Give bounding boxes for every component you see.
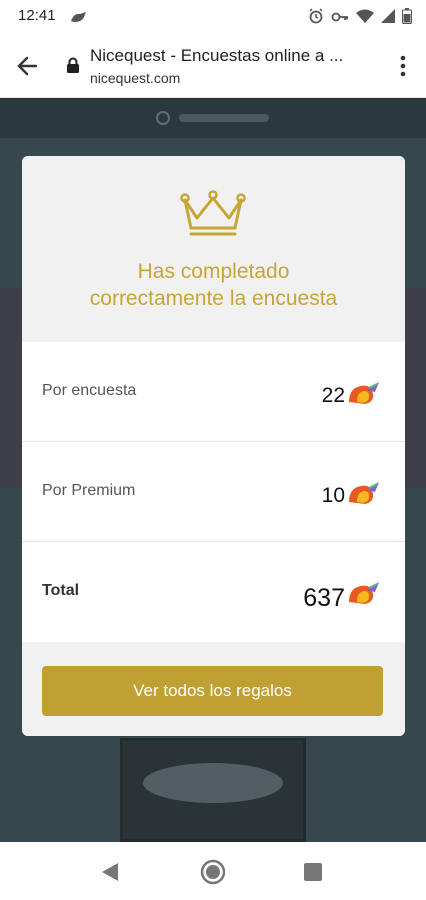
reward-row-total: Total 637 — [22, 542, 405, 642]
status-time: 12:41 — [18, 7, 56, 24]
survey-complete-dialog: Has completado correctamente la encuesta… — [22, 156, 405, 736]
crown-icon — [177, 190, 249, 243]
notification-icon — [70, 10, 88, 28]
dimmed-image — [120, 738, 306, 842]
dialog-title-line1: Has completado — [137, 260, 290, 283]
view-all-gifts-button[interactable]: Ver todos los regalos — [42, 666, 383, 716]
more-options-icon[interactable] — [398, 54, 408, 78]
shell-points-icon — [347, 580, 381, 611]
dialog-header: Has completado correctamente la encuesta — [22, 156, 405, 342]
reward-row-premium: Por Premium 10 — [22, 442, 405, 542]
system-nav-bar — [0, 842, 426, 900]
lock-icon — [66, 57, 80, 78]
battery-icon — [402, 8, 412, 29]
dimmed-logo-icon — [155, 108, 275, 132]
shell-points-icon — [347, 480, 381, 511]
key-icon — [331, 10, 349, 28]
status-bar: 12:41 — [0, 0, 426, 32]
alarm-icon — [308, 8, 324, 29]
reward-row-value: 10 — [321, 484, 345, 507]
reward-row-label: Por Premium — [42, 482, 136, 499]
dialog-title: Has completado correctamente la encuesta — [22, 258, 405, 312]
dialog-title-line2: correctamente la encuesta — [89, 287, 338, 310]
reward-row-label: Por encuesta — [42, 382, 137, 399]
page-title[interactable]: Nicequest - Encuestas online a ... — [90, 46, 380, 66]
browser-toolbar: Nicequest - Encuestas online a ... niceq… — [0, 32, 426, 98]
dimmed-page-header — [0, 98, 426, 138]
dialog-footer: Ver todos los regalos — [22, 642, 405, 736]
nav-back-icon[interactable] — [101, 862, 119, 887]
signal-icon — [381, 9, 395, 28]
nav-home-icon[interactable] — [200, 859, 226, 890]
reward-row-value: 637 — [303, 584, 345, 612]
back-arrow-icon[interactable] — [14, 52, 42, 80]
reward-row-label: Total — [42, 582, 80, 599]
reward-row-survey: Por encuesta 22 — [22, 342, 405, 442]
reward-row-value: 22 — [321, 384, 345, 407]
page-domain[interactable]: nicequest.com — [90, 70, 180, 86]
shell-points-icon — [347, 380, 381, 411]
status-icons — [308, 8, 412, 29]
nav-recents-icon[interactable] — [304, 863, 322, 886]
wifi-icon — [356, 9, 374, 28]
